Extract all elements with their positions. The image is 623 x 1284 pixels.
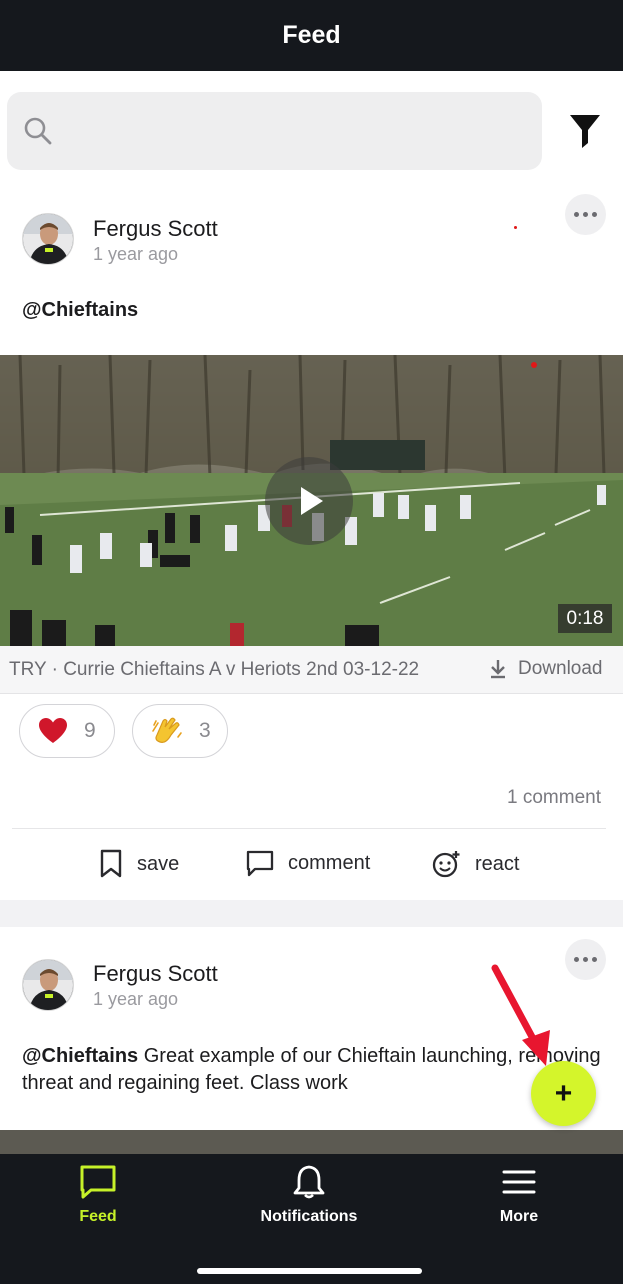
- feed-post: Fergus Scott 1 year ago @Chieftains 0:18…: [0, 185, 623, 900]
- indicator-dot: [531, 362, 537, 368]
- save-button[interactable]: save: [99, 849, 179, 879]
- bookmark-icon: [100, 849, 122, 878]
- post-text: @Chieftains: [22, 297, 602, 324]
- comment-icon: [246, 850, 274, 877]
- indicator-dot: [514, 226, 517, 229]
- react-label: react: [475, 852, 520, 875]
- home-indicator[interactable]: [197, 1268, 422, 1274]
- comment-button[interactable]: comment: [246, 849, 370, 877]
- download-label: Download: [518, 658, 603, 679]
- menu-icon: [502, 1170, 536, 1194]
- filter-icon[interactable]: [566, 111, 604, 151]
- tab-notifications[interactable]: Notifications: [229, 1164, 389, 1244]
- page-title: Feed: [282, 21, 341, 49]
- download-button[interactable]: Download: [488, 658, 603, 680]
- clapping-hands-icon: [152, 717, 182, 743]
- more-options-button[interactable]: [565, 194, 606, 235]
- video-player[interactable]: 0:18: [0, 355, 623, 646]
- play-button[interactable]: [265, 457, 353, 545]
- bottom-tab-bar: Feed Notifications More: [0, 1154, 623, 1284]
- search-row: [0, 71, 623, 185]
- bell-icon: [293, 1165, 325, 1199]
- video-caption-bar: TRY · Currie Chieftains A v Heriots 2nd …: [0, 646, 623, 694]
- post-text: @Chieftains Great example of our Chiefta…: [22, 1043, 602, 1097]
- save-label: save: [137, 852, 180, 875]
- post-timestamp: 1 year ago: [93, 989, 179, 1009]
- reaction-heart[interactable]: 9: [19, 704, 115, 758]
- post-author[interactable]: Fergus Scott: [93, 961, 218, 987]
- post-author[interactable]: Fergus Scott: [93, 216, 218, 242]
- react-smiley-icon: [432, 851, 460, 878]
- feed-post: Fergus Scott 1 year ago @Chieftains Grea…: [0, 927, 623, 1154]
- reaction-count: 9: [84, 719, 96, 742]
- search-input[interactable]: [67, 106, 527, 156]
- tab-feed[interactable]: Feed: [18, 1164, 178, 1244]
- create-post-button[interactable]: +: [531, 1061, 596, 1126]
- tab-label: More: [499, 1208, 539, 1225]
- tab-label: Notifications: [260, 1208, 358, 1225]
- video-caption: TRY · Currie Chieftains A v Heriots 2nd …: [9, 659, 420, 680]
- reaction-clap[interactable]: 3: [132, 704, 228, 758]
- chat-bubble-icon: [80, 1165, 116, 1199]
- avatar[interactable]: [22, 213, 74, 265]
- download-icon: [491, 660, 505, 679]
- search-box[interactable]: [7, 92, 542, 170]
- react-button[interactable]: react: [431, 849, 519, 879]
- mention-link[interactable]: @Chieftains: [22, 299, 138, 321]
- top-bar: Feed: [0, 0, 623, 71]
- comment-label: comment: [288, 851, 371, 874]
- reaction-count: 3: [199, 719, 211, 742]
- post-media-preview[interactable]: [0, 1130, 623, 1154]
- search-icon: [24, 117, 52, 145]
- tab-more[interactable]: More: [439, 1164, 599, 1244]
- comment-count[interactable]: 1 comment: [507, 787, 601, 809]
- video-duration: 0:18: [558, 604, 612, 633]
- play-icon: [301, 487, 323, 515]
- fab-label: +: [554, 1076, 573, 1110]
- post-separator: [0, 900, 623, 927]
- avatar[interactable]: [22, 959, 74, 1011]
- tab-label: Feed: [79, 1208, 117, 1225]
- more-options-button[interactable]: [565, 939, 606, 980]
- mention-link[interactable]: @Chieftains: [22, 1045, 138, 1067]
- divider: [12, 828, 606, 829]
- post-timestamp: 1 year ago: [93, 244, 179, 264]
- heart-icon: [39, 718, 67, 743]
